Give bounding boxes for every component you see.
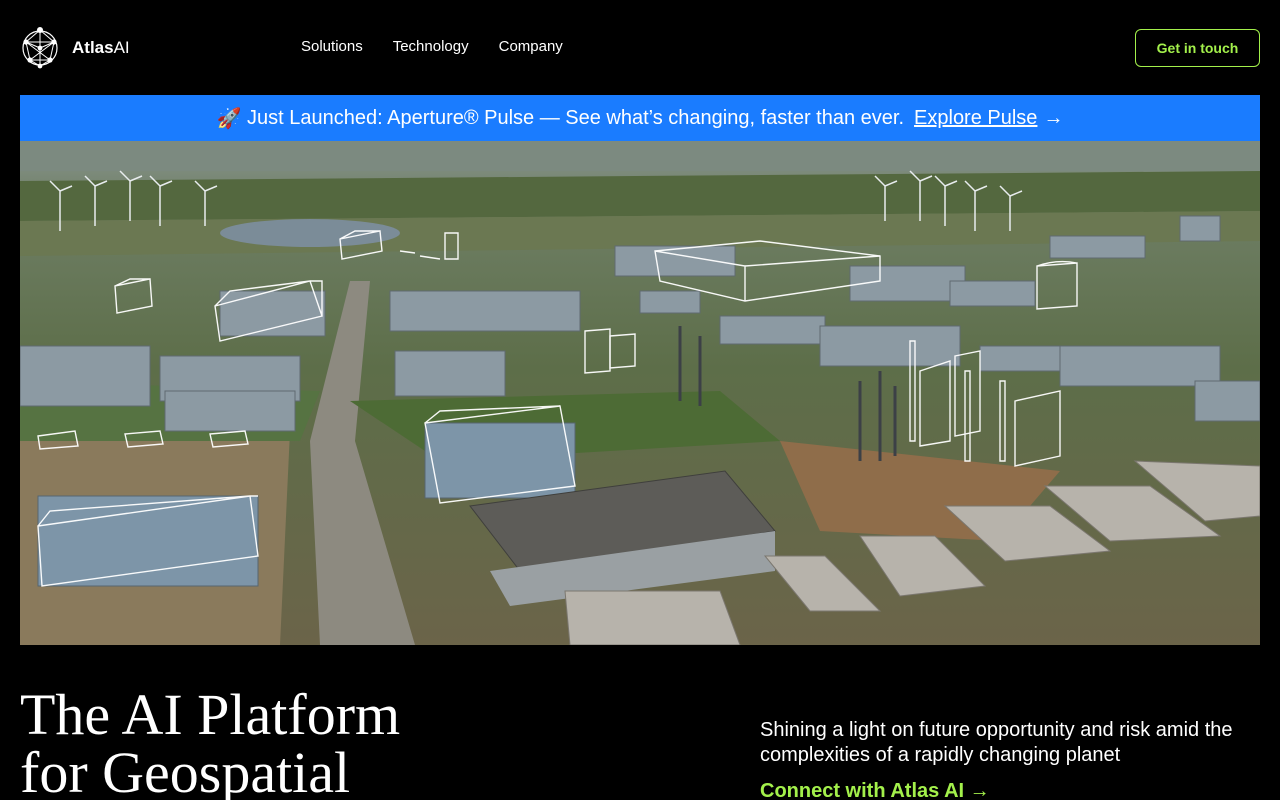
main-nav: Solutions Technology Company <box>301 38 563 55</box>
page-title: The AI Platform for Geospatial <box>20 686 400 800</box>
industrial-park-aerial-photo-icon <box>20 141 1260 645</box>
page-title-line-1: The AI Platform <box>20 682 401 747</box>
nav-technology[interactable]: Technology <box>393 38 469 55</box>
banner-text: Just Launched: Aperture® Pulse — See wha… <box>247 106 905 129</box>
rocket-icon: 🚀 <box>216 107 242 130</box>
get-in-touch-button[interactable]: Get in touch <box>1135 29 1260 67</box>
nav-solutions[interactable]: Solutions <box>301 38 363 55</box>
brand-name: AtlasAI <box>72 38 130 57</box>
announcement-banner: 🚀 Just Launched: Aperture® Pulse — See w… <box>20 95 1260 141</box>
arrow-right-icon: → <box>1043 106 1064 129</box>
tagline: Shining a light on future opportunity an… <box>760 719 1233 766</box>
nav-company[interactable]: Company <box>499 38 563 55</box>
hero-image <box>20 141 1260 645</box>
network-globe-icon <box>22 27 58 69</box>
site-header: AtlasAI Solutions Technology Company Get… <box>0 0 1280 95</box>
logo[interactable]: AtlasAI <box>20 26 130 70</box>
connect-link[interactable]: Connect with Atlas AI → <box>760 780 990 800</box>
page-title-line-2: for Geospatial <box>20 740 351 800</box>
explore-pulse-link[interactable]: Explore Pulse <box>914 107 1037 130</box>
